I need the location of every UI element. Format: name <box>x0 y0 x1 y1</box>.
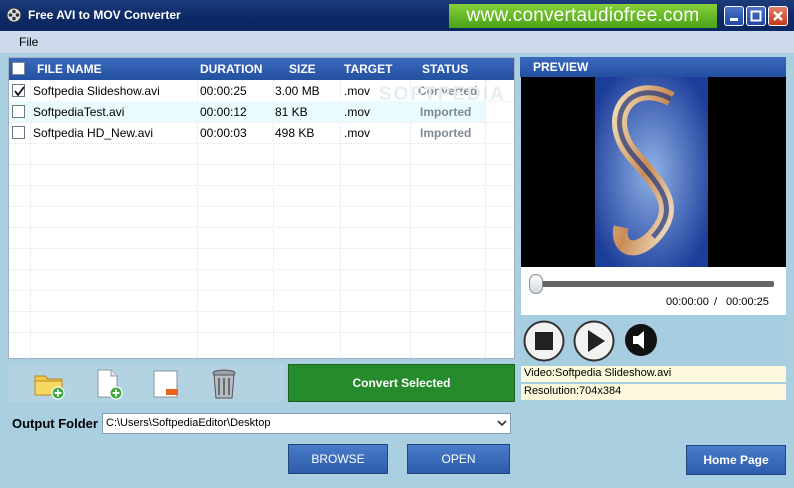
current-time: 00:00:00 <box>666 296 709 308</box>
file-target: .mov <box>344 84 371 98</box>
file-size: 498 KB <box>275 126 315 140</box>
website-banner[interactable]: www.convertaudiofree.com <box>449 4 717 28</box>
file-list-header: FILE NAME DURATION SIZE TARGET STATUS <box>9 58 514 80</box>
grid-line <box>9 332 514 333</box>
grid-line <box>9 290 514 291</box>
file-duration: 00:00:03 <box>200 126 247 140</box>
file-name: SoftpediaTest.avi <box>33 105 125 119</box>
output-folder-select[interactable]: C:\Users\SoftpediaEditor\Desktop <box>102 413 511 434</box>
output-folder-label: Output Folder <box>12 416 98 431</box>
grid-line <box>9 185 514 186</box>
preview-header: PREVIEW <box>520 57 786 77</box>
video-name-info: Video:Softpedia Slideshow.avi <box>521 366 786 382</box>
chevron-down-icon <box>497 420 507 427</box>
column-file-name[interactable]: FILE NAME <box>37 62 102 76</box>
close-icon <box>773 11 783 21</box>
select-all-checkbox[interactable] <box>12 62 25 75</box>
file-toolbar <box>8 364 284 402</box>
grid-line <box>9 269 514 270</box>
row-checkbox[interactable] <box>12 126 25 139</box>
remove-file-icon[interactable] <box>149 367 183 401</box>
add-file-icon[interactable] <box>91 367 125 401</box>
file-duration: 00:00:12 <box>200 105 247 119</box>
file-target: .mov <box>344 126 371 140</box>
row-checkbox[interactable] <box>12 84 25 97</box>
trash-icon[interactable] <box>207 367 241 401</box>
close-button[interactable] <box>768 6 788 26</box>
file-target: .mov <box>344 105 371 119</box>
window-title: Free AVI to MOV Converter <box>28 8 181 22</box>
preview-panel: PREVIEW 00:00:00 / 00:00:25 Video:Softpe… <box>520 57 786 403</box>
menu-bar: File <box>0 31 794 53</box>
file-name: Softpedia Slideshow.avi <box>33 84 160 98</box>
seek-bar[interactable] <box>536 281 774 287</box>
resolution-info: Resolution:704x384 <box>521 384 786 400</box>
grid-line <box>9 206 514 207</box>
column-status[interactable]: STATUS <box>422 62 468 76</box>
minimize-button[interactable] <box>724 6 744 26</box>
row-checkbox[interactable] <box>12 105 25 118</box>
grid-line <box>9 164 514 165</box>
maximize-button[interactable] <box>746 6 766 26</box>
maximize-icon <box>750 10 762 22</box>
time-separator: / <box>714 296 718 308</box>
file-duration: 00:00:25 <box>200 84 247 98</box>
stop-icon[interactable] <box>523 320 565 362</box>
file-name: Softpedia HD_New.avi <box>33 126 154 140</box>
output-folder-path: C:\Users\SoftpediaEditor\Desktop <box>106 417 271 429</box>
menu-file[interactable]: File <box>19 35 38 49</box>
seek-handle[interactable] <box>529 274 543 294</box>
column-duration[interactable]: DURATION <box>200 62 262 76</box>
convert-selected-button[interactable]: Convert Selected <box>288 364 515 402</box>
file-size: 81 KB <box>275 105 308 119</box>
home-page-button[interactable]: Home Page <box>686 445 786 475</box>
watermark: SOFTPEDIA <box>379 84 506 105</box>
video-frame <box>595 77 708 267</box>
total-time: 00:00:25 <box>726 296 769 308</box>
file-status: Imported <box>420 105 472 119</box>
table-row[interactable]: Softpedia HD_New.avi 00:00:03 498 KB .mo… <box>9 122 485 143</box>
checkmark-icon <box>14 86 25 97</box>
play-icon[interactable] <box>573 320 615 362</box>
minimize-icon <box>730 18 738 21</box>
film-reel-icon <box>6 7 22 23</box>
browse-button[interactable]: BROWSE <box>288 444 388 474</box>
video-preview <box>521 77 786 267</box>
file-status: Imported <box>420 126 472 140</box>
column-target[interactable]: TARGET <box>344 62 392 76</box>
column-size[interactable]: SIZE <box>289 62 316 76</box>
grid-line <box>9 143 514 144</box>
volume-icon[interactable] <box>624 323 658 357</box>
title-bar: Free AVI to MOV Converter www.convertaud… <box>0 0 794 31</box>
file-size: 3.00 MB <box>275 84 320 98</box>
grid-line <box>9 311 514 312</box>
file-list: FILE NAME DURATION SIZE TARGET STATUS So… <box>8 57 515 359</box>
seek-area: 00:00:00 / 00:00:25 <box>521 267 786 315</box>
grid-line <box>9 227 514 228</box>
grid-line <box>9 248 514 249</box>
open-button[interactable]: OPEN <box>407 444 510 474</box>
add-folder-icon[interactable] <box>32 367 66 401</box>
